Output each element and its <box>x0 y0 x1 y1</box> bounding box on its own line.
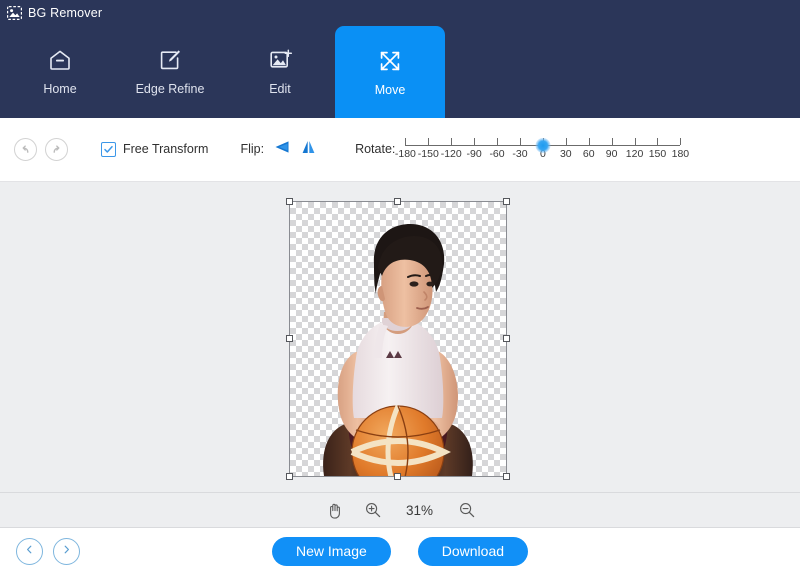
rotate-tick <box>680 138 682 145</box>
flip-controls: Flip: <box>240 139 318 160</box>
rotate-tick-label: 60 <box>582 148 595 160</box>
image-edit-icon <box>267 47 293 73</box>
hand-tool-icon[interactable] <box>326 502 343 519</box>
rotate-label: Rotate: <box>355 142 396 156</box>
selection-handle-bc[interactable] <box>394 473 401 480</box>
move-arrows-icon <box>377 48 403 74</box>
rotate-controls: Rotate: -180 -150 -120 -90 -60 -30 0 30 60 90 120 1… <box>355 134 689 164</box>
zoom-level-value: 31% <box>405 502 434 518</box>
flip-horizontal-icon[interactable] <box>272 139 291 160</box>
flip-vertical-icon[interactable] <box>299 139 318 160</box>
title-bar: BG Remover <box>0 0 800 25</box>
rotate-tick <box>657 138 659 145</box>
tab-home[interactable]: Home <box>5 25 115 118</box>
tab-edit[interactable]: Edit <box>225 25 335 118</box>
rotate-tick <box>474 138 476 145</box>
rotate-tick-label: 150 <box>648 148 667 160</box>
bg-remover-app: BG Remover Home Edge Refine Edit Move Fr… <box>0 0 800 573</box>
tab-home-label: Home <box>43 82 77 96</box>
rotate-tick-label: -120 <box>440 148 462 160</box>
rotate-tick-label: -30 <box>512 148 528 160</box>
rotate-tick-label: 30 <box>559 148 572 160</box>
undo-button[interactable] <box>14 137 37 161</box>
transparency-checkerboard: Wilson <box>290 202 506 476</box>
rotate-tick <box>519 138 521 145</box>
redo-arrow-icon <box>50 143 63 156</box>
rotate-tick <box>611 138 613 145</box>
prev-image-button[interactable] <box>16 537 43 565</box>
selection-handle-tl[interactable] <box>286 198 293 205</box>
rotate-tick-label: -180 <box>394 148 416 160</box>
editor-canvas[interactable]: Wilson <box>0 181 800 493</box>
chevron-right-icon <box>61 542 72 560</box>
tab-list: Home Edge Refine Edit Move <box>0 25 800 118</box>
tab-move[interactable]: Move <box>335 26 445 118</box>
free-transform-checkbox[interactable] <box>101 141 116 157</box>
rotate-tick-label: 90 <box>605 148 618 160</box>
rotate-tick <box>634 138 636 145</box>
subject-image: Wilson <box>323 224 473 476</box>
image-pager <box>16 537 80 565</box>
zoom-toolbar: 31% <box>0 492 800 528</box>
selection-handle-br[interactable] <box>503 473 510 480</box>
redo-button[interactable] <box>45 137 68 161</box>
next-image-button[interactable] <box>53 537 80 565</box>
rotate-tick-label: -60 <box>489 148 505 160</box>
rotate-tick <box>451 138 453 145</box>
selection-handle-tc[interactable] <box>394 198 401 205</box>
undo-arrow-icon <box>19 143 32 156</box>
pen-edit-icon <box>157 47 183 73</box>
rotate-tick <box>588 138 590 145</box>
rotate-slider[interactable]: -180 -150 -120 -90 -60 -30 0 30 60 90 120 150 180 <box>395 134 689 164</box>
rotate-tick-label: 120 <box>625 148 644 160</box>
rotate-tick <box>565 138 567 145</box>
chevron-left-icon <box>24 542 35 560</box>
download-button[interactable]: Download <box>417 536 529 566</box>
free-transform-toggle[interactable]: Free Transform <box>101 141 209 157</box>
selection-handle-mr[interactable] <box>503 335 510 342</box>
rotate-tick <box>428 138 430 145</box>
selection-handle-tr[interactable] <box>503 198 510 205</box>
rotate-slider-handle[interactable] <box>535 138 551 153</box>
rotate-tick-label: -90 <box>466 148 482 160</box>
rotate-tick-label: 180 <box>671 148 690 160</box>
history-buttons <box>14 137 68 161</box>
rotate-tick <box>405 138 407 145</box>
rotate-tick-label: -150 <box>417 148 439 160</box>
tab-edge-refine-label: Edge Refine <box>135 82 205 96</box>
rotate-tick <box>497 138 499 145</box>
tab-edit-label: Edit <box>269 82 291 96</box>
app-title: BG Remover <box>28 5 103 20</box>
image-photo-icon <box>7 5 23 20</box>
zoom-out-icon[interactable] <box>459 502 475 518</box>
free-transform-label: Free Transform <box>123 142 209 156</box>
nav-bar: Home Edge Refine Edit Move <box>0 25 800 118</box>
flip-label: Flip: <box>240 142 265 156</box>
home-icon <box>47 47 73 73</box>
bottom-bar: New Image Download <box>0 529 800 573</box>
selection-handle-bl[interactable] <box>286 473 293 480</box>
tab-edge-refine[interactable]: Edge Refine <box>115 25 225 118</box>
zoom-in-icon[interactable] <box>365 502 381 518</box>
primary-actions: New Image Download <box>0 529 800 573</box>
option-toolbar: Free Transform Flip: Rotate: -180-150 -1… <box>0 118 800 180</box>
check-icon <box>104 145 113 153</box>
new-image-button[interactable]: New Image <box>271 536 391 566</box>
tab-move-label: Move <box>374 82 406 97</box>
selection-handle-ml[interactable] <box>286 335 293 342</box>
